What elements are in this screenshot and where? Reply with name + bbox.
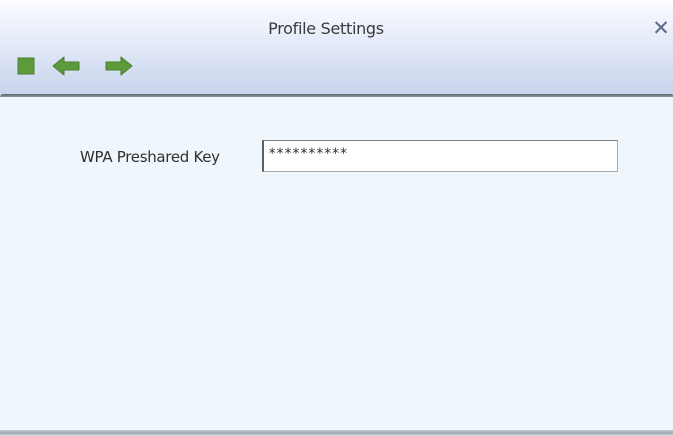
title-bar: Profile Settings ✕ (0, 0, 673, 95)
back-button[interactable] (51, 55, 81, 77)
wpa-key-label: WPA Preshared Key (80, 148, 220, 166)
window-title: Profile Settings (268, 19, 384, 38)
stop-icon (17, 57, 35, 75)
arrow-right-icon (105, 56, 133, 76)
close-icon[interactable]: ✕ (651, 17, 671, 39)
arrow-left-icon (52, 56, 80, 76)
forward-button[interactable] (104, 55, 134, 77)
stop-button[interactable] (17, 57, 35, 75)
profile-settings-window: Profile Settings ✕ WPA Preshared Key ***… (0, 0, 673, 436)
bottom-border (0, 430, 673, 436)
wpa-key-input[interactable]: ********** (262, 140, 618, 172)
